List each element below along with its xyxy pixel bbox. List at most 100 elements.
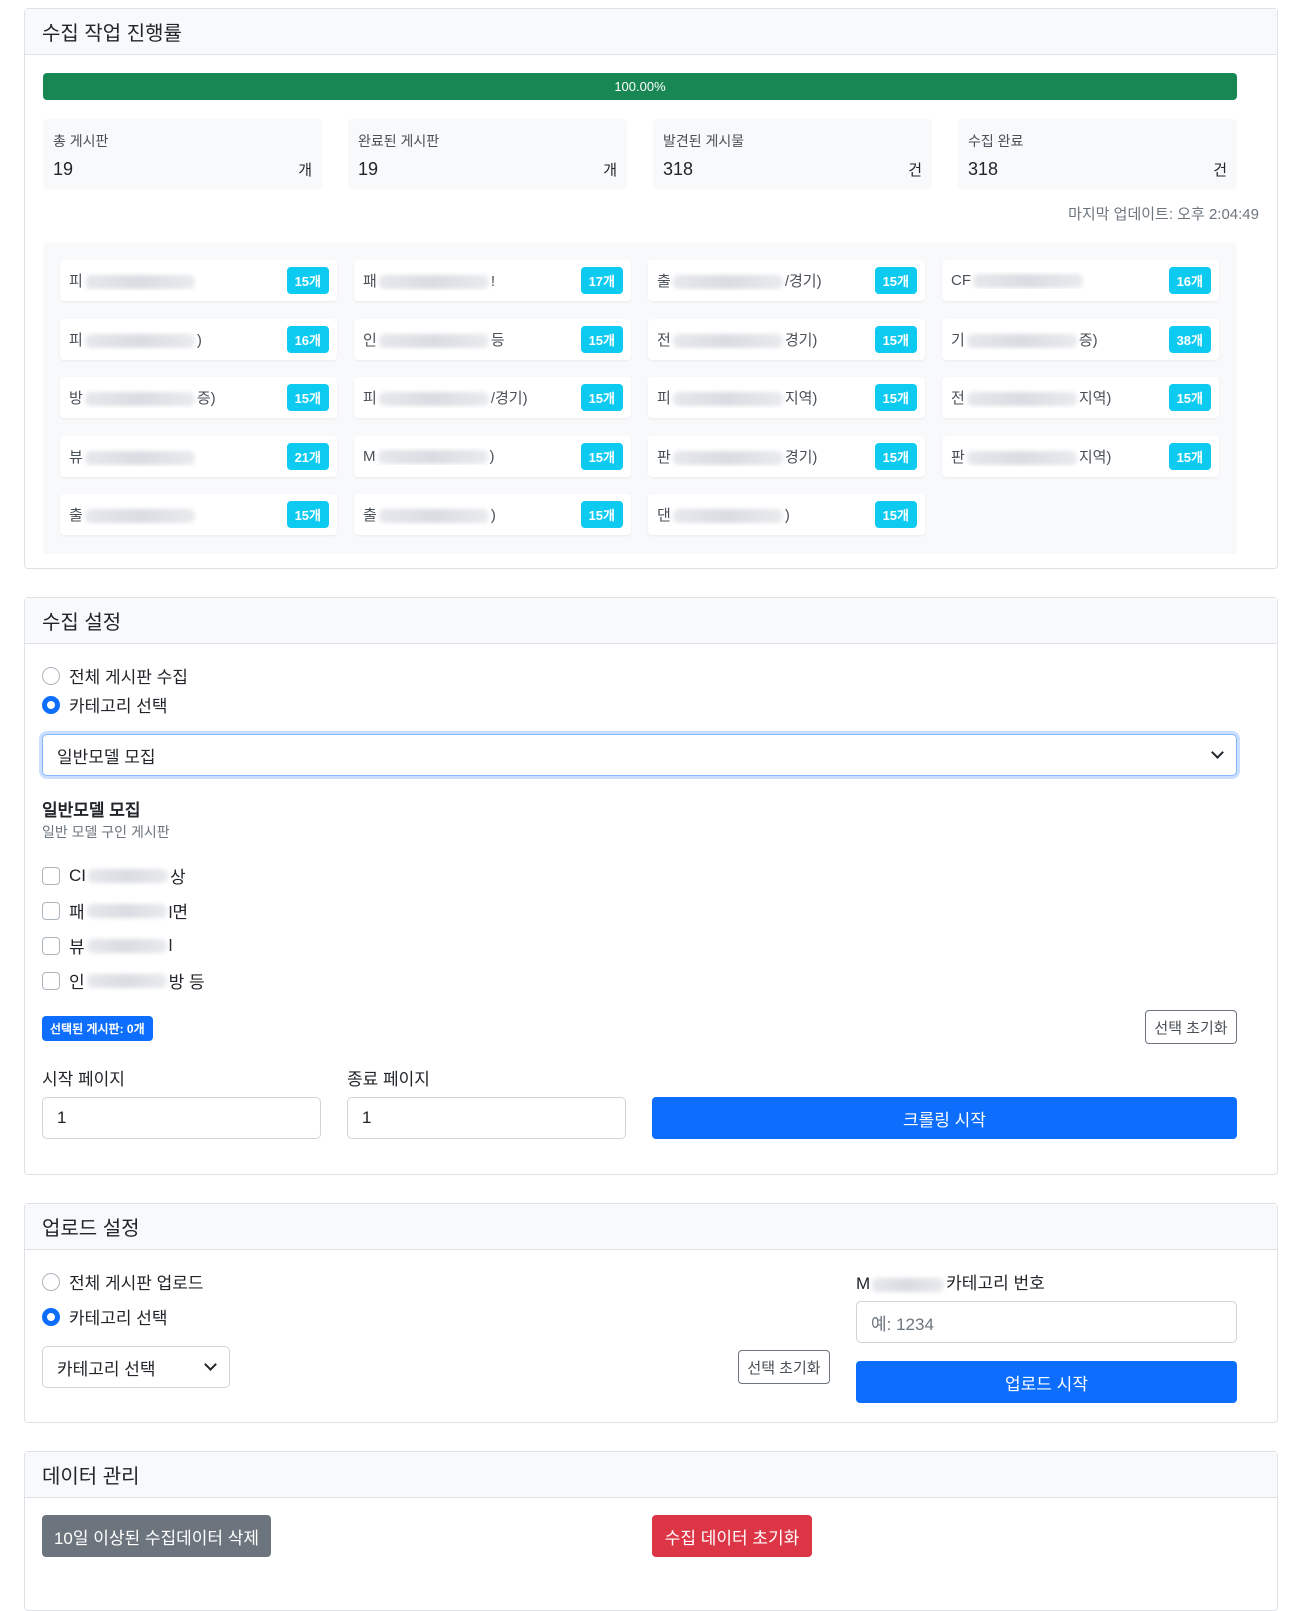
crawl-start-button[interactable]: 크롤링 시작 [652, 1097, 1237, 1139]
redacted-text [84, 333, 195, 348]
board-name: 피 지역) [657, 387, 817, 408]
board-name-prefix: 댄 [657, 507, 671, 524]
stat-completed-boards: 완료된 게시판 19 개 [348, 119, 627, 189]
category-select[interactable]: 일반모델 모집 [42, 734, 1237, 776]
board-name-suffix: 지역) [1078, 448, 1112, 466]
upload-start-button[interactable]: 업로드 시작 [856, 1361, 1237, 1403]
board-name-suffix: 경기) [784, 331, 818, 349]
board-name: 방 증) [69, 387, 216, 408]
progress-bar: 100.00% [43, 73, 1237, 100]
board-name-prefix: 출 [363, 507, 377, 524]
collect-settings-card: 수집 설정 전체 게시판 수집 카테고리 선택 일반모델 모집 일반모델 모집 … [24, 597, 1278, 1175]
board-item: 피 지역) 15개 [648, 377, 925, 418]
board-name-prefix: 피 [363, 390, 377, 407]
checkbox-label-prefix: CI [69, 865, 86, 885]
board-count-badge: 15개 [286, 267, 329, 294]
stat-collected: 수집 완료 318 건 [958, 119, 1237, 189]
board-name-prefix: 뷰 [69, 448, 83, 466]
checkbox[interactable] [42, 901, 60, 920]
board-item: 전 지역) 15개 [942, 377, 1219, 418]
board-name: CF [951, 272, 1085, 289]
board-name: 출 [69, 504, 197, 525]
board-name-suffix: 증) [196, 390, 216, 407]
delete-old-data-button[interactable]: 10일 이상된 수집데이터 삭제 [42, 1515, 271, 1557]
board-count-badge: 15개 [874, 442, 917, 470]
board-item: 패! 17개 [354, 260, 631, 301]
checkbox[interactable] [42, 866, 60, 885]
redacted-text [966, 450, 1077, 465]
stat-unit: 개 [298, 162, 312, 179]
board-count-badge: 15개 [1168, 442, 1211, 470]
radio-label: 카테고리 선택 [69, 697, 168, 716]
board-name: 뷰 [69, 446, 197, 467]
board-item: 인 등 15개 [354, 318, 631, 360]
board-count-badge: 16개 [286, 325, 329, 353]
stat-value: 19 [53, 159, 74, 179]
radio-upload-category[interactable]: 카테고리 선택 [42, 1304, 168, 1329]
radio-circle-checked[interactable] [42, 695, 60, 714]
radio-upload-all[interactable]: 전체 게시판 업로드 [42, 1269, 204, 1294]
redacted-text [672, 275, 783, 290]
radio-collect-all[interactable]: 전체 게시판 수집 [42, 663, 188, 688]
board-count-badge: 15개 [286, 501, 329, 528]
category-select-value: 일반모델 모집 [57, 747, 156, 767]
stat-label: 총 게시판 [53, 133, 109, 149]
category-number-input[interactable]: 예: 1234 [856, 1301, 1237, 1343]
board-checkbox-item[interactable]: CI 상 [42, 863, 186, 888]
upload-category-select[interactable]: 카테고리 선택 [42, 1346, 230, 1388]
board-name-suffix: /경기) [490, 390, 528, 407]
board-checkbox-item[interactable]: 뷰l [42, 933, 172, 958]
board-item: 방 증) 15개 [60, 377, 337, 418]
redacted-text [672, 333, 783, 348]
board-count-badge: 15개 [874, 384, 917, 411]
data-management-card: 데이터 관리 10일 이상된 수집데이터 삭제 수집 데이터 초기화 [24, 1451, 1278, 1611]
board-name-suffix: 지역) [1078, 390, 1112, 407]
board-name-suffix: 지역) [784, 390, 818, 407]
stat-total-boards: 총 게시판 19 개 [43, 119, 322, 189]
board-count-badge: 15개 [286, 384, 329, 411]
board-name-prefix: 전 [951, 390, 965, 407]
redacted-text [378, 392, 489, 407]
stat-label: 수집 완료 [968, 133, 1024, 149]
board-name-prefix: 피 [69, 273, 83, 290]
stat-unit: 개 [603, 162, 617, 179]
board-count-badge: 15개 [874, 501, 917, 528]
board-name: 인등 [363, 329, 505, 350]
radio-circle[interactable] [42, 1272, 60, 1291]
radio-circle-checked[interactable] [42, 1307, 60, 1326]
category-number-placeholder: 예: 1234 [871, 1314, 934, 1334]
start-page-input[interactable]: 1 [42, 1097, 321, 1139]
upload-reset-button[interactable]: 선택 초기화 [738, 1350, 830, 1384]
chevron-down-icon [1211, 746, 1224, 759]
board-item: 댄) 15개 [648, 494, 925, 535]
board-name: 피) [69, 329, 202, 350]
board-count-badge: 38개 [1168, 325, 1211, 353]
board-name-suffix: 등 [490, 331, 505, 349]
redacted-text [84, 450, 195, 465]
board-name-suffix: /경기) [784, 273, 822, 290]
reset-collected-data-button[interactable]: 수집 데이터 초기화 [652, 1515, 812, 1557]
board-item: 뷰 21개 [60, 435, 337, 477]
board-name-prefix: 출 [69, 507, 83, 524]
board-item: CF 16개 [942, 260, 1219, 301]
radio-circle[interactable] [42, 666, 60, 685]
board-count-badge: 17개 [580, 267, 623, 294]
end-page-label: 종료 페이지 [347, 1070, 430, 1089]
redacted-text [378, 275, 489, 290]
collect-reset-button[interactable]: 선택 초기화 [1145, 1010, 1237, 1044]
board-name: 패! [363, 270, 495, 291]
progress-label: 100.00% [614, 79, 666, 94]
board-checkbox-item[interactable]: 패 l면 [42, 898, 188, 923]
radio-collect-category[interactable]: 카테고리 선택 [42, 692, 168, 717]
checkbox[interactable] [42, 936, 60, 955]
end-page-input[interactable]: 1 [347, 1097, 626, 1139]
chevron-down-icon [204, 1358, 217, 1371]
board-name: M) [363, 448, 495, 465]
board-count-badge: 15개 [580, 384, 623, 411]
stat-found-posts: 발견된 게시물 318 건 [653, 119, 932, 189]
checkbox[interactable] [42, 971, 60, 990]
board-count-badge: 15개 [1168, 384, 1211, 411]
board-name-prefix: 피 [69, 331, 83, 349]
board-name-prefix: 출 [657, 273, 671, 290]
board-checkbox-item[interactable]: 인방 등 [42, 968, 205, 993]
